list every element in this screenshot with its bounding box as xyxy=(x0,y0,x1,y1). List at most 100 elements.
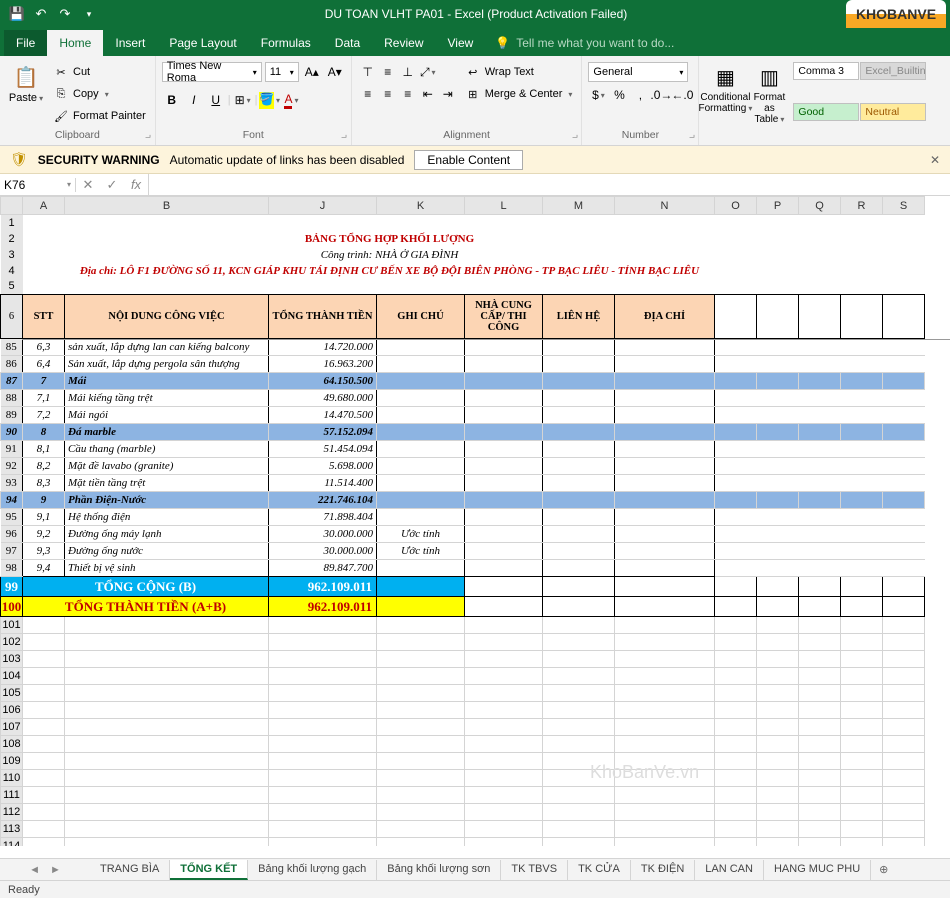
cell[interactable] xyxy=(715,339,757,356)
cell[interactable] xyxy=(715,668,757,685)
cell[interactable] xyxy=(615,475,715,492)
cell[interactable] xyxy=(65,668,269,685)
conditional-formatting-button[interactable]: ▦ Conditional Formatting xyxy=(705,62,745,143)
column-header[interactable]: Q xyxy=(799,197,841,215)
cell[interactable] xyxy=(615,838,715,847)
cell[interactable] xyxy=(269,770,377,787)
cell[interactable] xyxy=(757,263,799,279)
cell[interactable] xyxy=(841,702,883,719)
cell[interactable] xyxy=(543,441,615,458)
cell[interactable] xyxy=(465,736,543,753)
cell[interactable] xyxy=(757,560,799,577)
sheet-tab[interactable]: HANG MUC PHU xyxy=(764,860,871,880)
cell[interactable]: 30.000.000 xyxy=(269,526,377,543)
row-header[interactable]: 111 xyxy=(1,787,23,804)
cell[interactable] xyxy=(799,560,841,577)
row-header[interactable]: 2 xyxy=(1,231,23,247)
wrap-text-button[interactable]: ↩Wrap Text xyxy=(462,62,576,82)
cell[interactable] xyxy=(377,719,465,736)
cell[interactable] xyxy=(841,441,883,458)
cell[interactable] xyxy=(841,509,883,526)
cell[interactable] xyxy=(615,577,715,597)
cell[interactable] xyxy=(757,492,799,509)
cell[interactable] xyxy=(715,543,757,560)
indent-dec-icon[interactable]: ⇤ xyxy=(418,84,438,104)
column-header[interactable]: L xyxy=(465,197,543,215)
cell[interactable]: 89.847.700 xyxy=(269,560,377,577)
cell[interactable] xyxy=(377,390,465,407)
cell[interactable] xyxy=(883,441,925,458)
cell[interactable] xyxy=(799,838,841,847)
cell[interactable] xyxy=(465,458,543,475)
cell[interactable] xyxy=(465,787,543,804)
cell[interactable] xyxy=(883,668,925,685)
cell[interactable]: 64.150.500 xyxy=(269,373,377,390)
cell[interactable] xyxy=(841,492,883,509)
row-header[interactable]: 101 xyxy=(1,617,23,634)
cell[interactable] xyxy=(799,651,841,668)
sheet-tab[interactable]: TK TBVS xyxy=(501,860,568,880)
cell[interactable] xyxy=(269,821,377,838)
style-good[interactable]: Good xyxy=(793,103,859,121)
tab-file[interactable]: File xyxy=(4,30,47,56)
cell[interactable] xyxy=(715,509,757,526)
cell[interactable] xyxy=(883,560,925,577)
cell[interactable] xyxy=(23,668,65,685)
row-header[interactable]: 89 xyxy=(1,407,23,424)
cell[interactable] xyxy=(715,770,757,787)
cell[interactable] xyxy=(465,821,543,838)
cell[interactable] xyxy=(543,787,615,804)
cell[interactable] xyxy=(377,577,465,597)
cell[interactable] xyxy=(841,231,883,247)
cell[interactable] xyxy=(799,804,841,821)
cell[interactable] xyxy=(377,651,465,668)
cell[interactable] xyxy=(757,736,799,753)
row-header[interactable]: 110 xyxy=(1,770,23,787)
cell[interactable] xyxy=(841,838,883,847)
cell[interactable] xyxy=(715,685,757,702)
cell[interactable] xyxy=(465,492,543,509)
close-icon[interactable]: ✕ xyxy=(930,153,940,167)
row-header[interactable]: 104 xyxy=(1,668,23,685)
cell[interactable] xyxy=(799,702,841,719)
underline-button[interactable]: U xyxy=(206,90,226,110)
cell[interactable] xyxy=(715,702,757,719)
cell[interactable] xyxy=(23,719,65,736)
cell[interactable] xyxy=(799,263,841,279)
row-header[interactable]: 96 xyxy=(1,526,23,543)
cell[interactable]: 9,4 xyxy=(23,560,65,577)
cell[interactable] xyxy=(799,247,841,263)
column-header[interactable]: M xyxy=(543,197,615,215)
cell[interactable] xyxy=(841,736,883,753)
cell[interactable] xyxy=(543,373,615,390)
cell[interactable] xyxy=(757,838,799,847)
cell[interactable] xyxy=(615,458,715,475)
cell[interactable] xyxy=(715,356,757,373)
cell[interactable] xyxy=(23,215,925,231)
cell[interactable]: NỘI DUNG CÔNG VIỆC xyxy=(65,295,269,339)
cell[interactable] xyxy=(883,702,925,719)
cell[interactable] xyxy=(715,441,757,458)
cell[interactable] xyxy=(465,770,543,787)
cell[interactable] xyxy=(883,475,925,492)
cell[interactable] xyxy=(615,339,715,356)
cell[interactable] xyxy=(841,719,883,736)
cell-styles-gallery[interactable]: Comma 3 Excel_Builtin Good Neutral xyxy=(793,62,926,143)
cell[interactable] xyxy=(799,821,841,838)
cell[interactable] xyxy=(715,492,757,509)
cell[interactable]: Mặt đề lavabo (granite) xyxy=(65,458,269,475)
cell[interactable] xyxy=(799,458,841,475)
cell[interactable] xyxy=(841,597,883,617)
row-header[interactable]: 85 xyxy=(1,339,23,356)
cell[interactable]: Địa chỉ: LÔ F1 ĐƯỜNG SỐ 11, KCN GIÁP KHU… xyxy=(65,263,715,279)
cell[interactable] xyxy=(841,356,883,373)
cell[interactable] xyxy=(615,770,715,787)
cell[interactable] xyxy=(465,702,543,719)
cell[interactable] xyxy=(715,247,757,263)
cell[interactable] xyxy=(757,407,799,424)
cell[interactable] xyxy=(715,753,757,770)
borders-button[interactable]: ⊞ xyxy=(233,90,253,110)
cell[interactable] xyxy=(465,617,543,634)
cell[interactable] xyxy=(799,295,841,339)
cell[interactable]: Hệ thống điện xyxy=(65,509,269,526)
